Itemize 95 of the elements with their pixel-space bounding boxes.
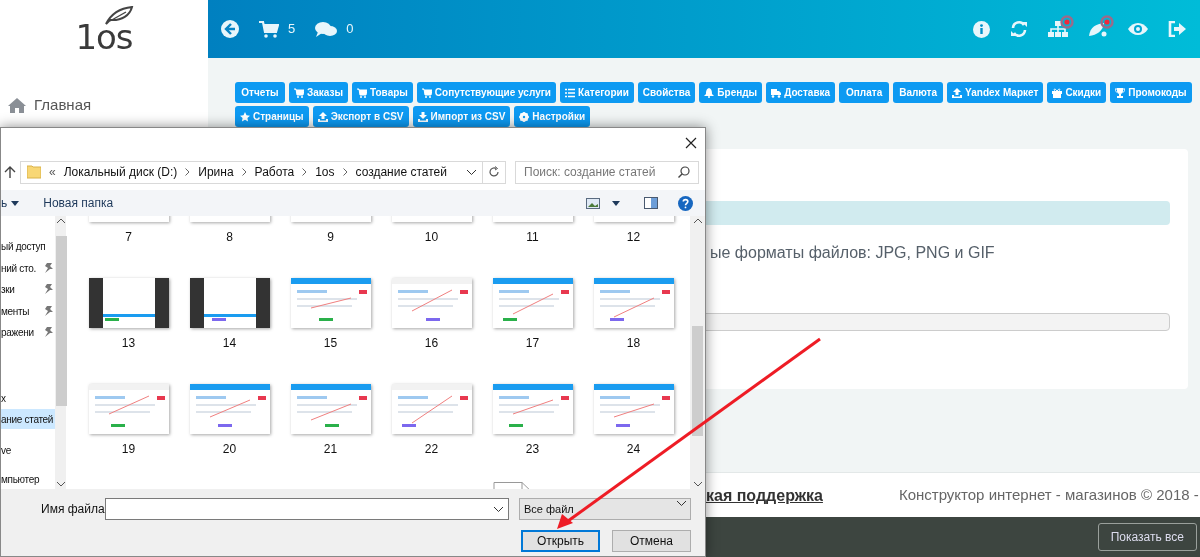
count-label: 0 [346, 20, 354, 39]
upload-icon [317, 111, 328, 122]
nav-item[interactable]: ний сто. [1, 258, 56, 278]
chevron-icon [342, 168, 348, 176]
sitemap-icon[interactable] [1048, 21, 1068, 37]
filename-field[interactable] [105, 498, 509, 520]
cart-icon [421, 87, 432, 98]
show-all-button[interactable]: Показать все [1097, 523, 1197, 551]
scroll-up-icon[interactable] [693, 218, 702, 223]
download-icon [417, 111, 428, 122]
close-icon[interactable] [685, 137, 697, 149]
file-label[interactable]: 11 [526, 228, 539, 246]
caret-icon [11, 200, 20, 206]
search-placeholder: Поиск: создание статей [524, 164, 656, 181]
nav-item[interactable]: зки [1, 279, 56, 299]
scrollbar[interactable] [55, 216, 66, 489]
truck-icon [771, 87, 782, 98]
star-icon [240, 111, 250, 122]
gear-icon [519, 111, 530, 122]
view-icon[interactable] [586, 197, 600, 209]
file-label[interactable]: 15 [323, 334, 338, 352]
file-label[interactable]: 10 [424, 228, 439, 246]
help-icon[interactable] [678, 195, 693, 211]
upload-icon [952, 87, 963, 98]
cart-icon [294, 87, 304, 98]
gift-icon [1052, 87, 1063, 98]
sidebar-item[interactable]: Главная [8, 94, 200, 117]
file-label[interactable]: 8 [226, 228, 233, 246]
address-bar[interactable]: « Локальный диск (D:) Ирина Работа 1os создание статей [20, 160, 506, 184]
cart-icon[interactable] [259, 20, 279, 38]
filename-label: Имя файла: [41, 501, 105, 518]
organize-menu[interactable]: ь [1, 194, 20, 212]
nav-item[interactable]: ve [1, 440, 56, 460]
file-label[interactable]: 16 [424, 334, 439, 352]
breadcrumb-item[interactable]: создание статей [355, 163, 447, 181]
chevron-icon [185, 168, 191, 176]
hint-text: ые форматы файлов: JPG, PNG и GIF [710, 243, 995, 263]
file-label[interactable]: 24 [626, 440, 641, 458]
count-label: 5 [288, 20, 296, 39]
nav-item[interactable]: менты [1, 301, 56, 321]
file-label[interactable]: 17 [525, 334, 540, 352]
leaf-icon[interactable] [1088, 21, 1108, 37]
refresh-icon[interactable] [488, 166, 500, 178]
cart-icon [357, 87, 368, 98]
caret-icon[interactable] [612, 200, 620, 206]
info-icon[interactable] [973, 20, 990, 38]
nav-item[interactable]: х [1, 388, 56, 408]
back-icon[interactable] [221, 20, 239, 38]
preview-pane-icon[interactable] [644, 197, 658, 209]
search-icon [678, 166, 690, 178]
breadcrumb-item[interactable]: 1os [315, 163, 335, 181]
logo: 1os [75, 20, 133, 54]
support-link[interactable]: кая поддержка [706, 483, 823, 508]
copyright-text: Конструктор интернет - магазинов © 2018 - [898, 485, 1199, 506]
caret-icon [677, 501, 686, 506]
file-label[interactable]: 14 [222, 334, 237, 352]
scroll-up-icon[interactable] [56, 218, 65, 223]
feather-icon [104, 6, 134, 26]
search-field[interactable]: Поиск: создание статей [515, 160, 699, 184]
file-label[interactable]: 20 [222, 440, 237, 458]
breadcrumb-item[interactable]: Работа [254, 163, 295, 181]
folder-icon [27, 165, 41, 179]
file-label[interactable]: 23 [525, 440, 540, 458]
nav-item[interactable]: мпьютер [1, 469, 56, 489]
bell-icon [704, 87, 715, 98]
dialog-button[interactable]: Открыть [521, 530, 600, 552]
file-label[interactable]: 18 [626, 334, 641, 352]
caret-icon[interactable] [467, 169, 476, 175]
up-arrow-icon[interactable] [4, 165, 16, 179]
scroll-down-icon[interactable] [693, 482, 702, 487]
breadcrumb-prefix[interactable]: « [49, 163, 56, 181]
file-label[interactable]: 13 [121, 334, 136, 352]
file-label[interactable]: 7 [125, 228, 132, 246]
breadcrumb-item[interactable]: Локальный диск (D:) [63, 163, 178, 181]
chevron-icon [302, 168, 308, 176]
file-label[interactable]: 19 [121, 440, 136, 458]
list-icon [565, 87, 575, 98]
file-label[interactable]: 12 [626, 228, 641, 246]
caret-icon[interactable] [494, 506, 503, 512]
scrollbar[interactable] [690, 216, 705, 489]
home-icon [8, 97, 26, 113]
trophy-icon [1115, 87, 1126, 98]
file-label[interactable]: 9 [327, 228, 334, 246]
breadcrumb-item[interactable]: Ирина [198, 163, 234, 181]
dialog-button[interactable]: Отмена [612, 530, 691, 552]
file-label[interactable]: 21 [323, 440, 338, 458]
filter-dropdown[interactable]: Все файл [519, 498, 691, 520]
nav-item[interactable]: ый доступ [1, 236, 56, 256]
file-label[interactable]: 22 [424, 440, 439, 458]
new-folder-button[interactable]: Новая папка [43, 194, 114, 212]
nav-item[interactable]: ражени [1, 322, 56, 342]
scroll-down-icon[interactable] [56, 482, 65, 487]
chevron-icon [241, 168, 247, 176]
nav-item[interactable]: ание статей [1, 409, 56, 429]
comments-icon[interactable] [315, 20, 338, 38]
